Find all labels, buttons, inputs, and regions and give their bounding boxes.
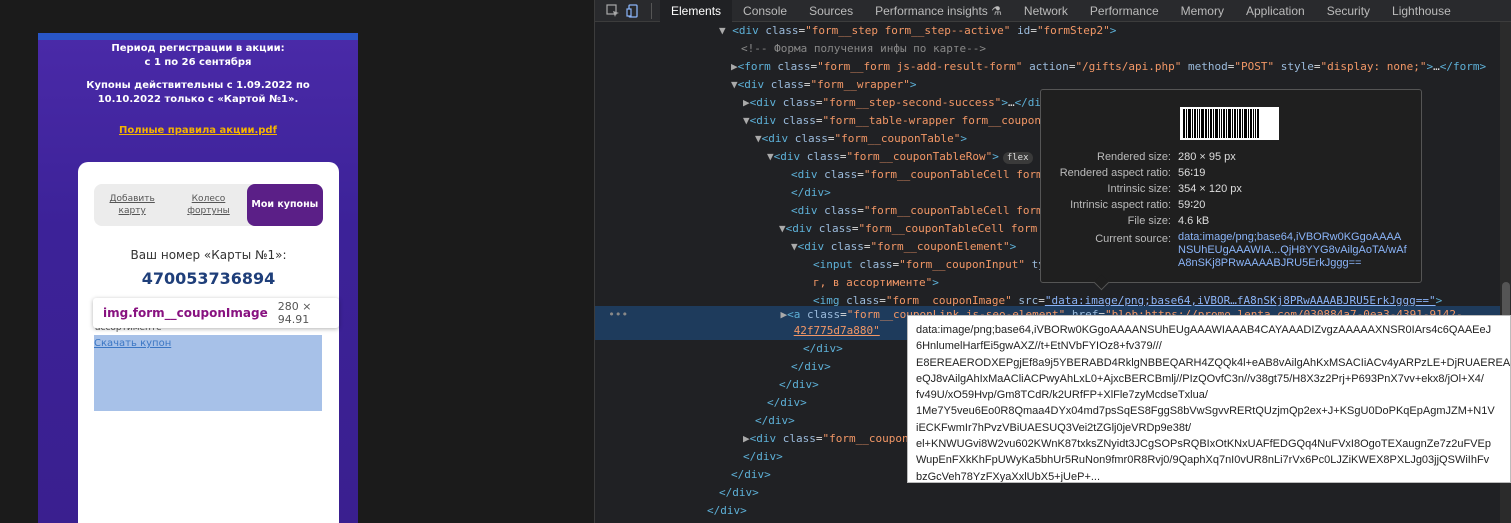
dom-node[interactable]: </div>	[707, 502, 747, 520]
popover-key: Rendered size:	[1097, 151, 1171, 163]
href-line: data:image/png;base64,iVBORw0KGgoAAAANSU…	[916, 324, 1492, 336]
href-line: eQJ8vAilgAhIxMaACliACPwyAhLxL0+AjxcBERCB…	[916, 372, 1484, 385]
tab-sources[interactable]: Sources	[798, 0, 864, 22]
page-viewport: Период регистрации в акции: с 1 по 26 се…	[0, 0, 594, 523]
dom-node[interactable]: </div>	[755, 412, 795, 430]
href-line: iECKFwmIr7hPvzVBiUAESUQ3Vei2tZGlj0jeVRDp…	[916, 421, 1192, 434]
dom-node[interactable]: ▼<div class="form__couponElement">	[791, 238, 1016, 256]
selected-dom-node-cont[interactable]: 42f775d7a880"	[595, 322, 907, 340]
href-line: E8EREAEROD​XEPgjEf8a9j5YBERABD4RklgNBBEQ…	[916, 356, 1511, 369]
tab-label: Мои купоны	[251, 199, 319, 210]
promo-line: 10.10.2022 только с «Картой №1».	[97, 94, 299, 105]
tab-label: фортуны	[187, 206, 230, 216]
dom-node[interactable]: ▶<form class="form__form js-add-result-f…	[731, 58, 1486, 76]
dom-node[interactable]: ▼<div class="form__couponTableCell form	[779, 220, 1037, 238]
page-top-bar	[38, 33, 358, 40]
tab-console[interactable]: Console	[732, 0, 798, 22]
href-line: 6HnlumelHarfEi5gwAXZ//t+EtNVbFYIOz8+fv37…	[916, 340, 1162, 353]
tab-application[interactable]: Application	[1235, 0, 1316, 22]
dom-node[interactable]: ▶<div class="form__step-second-success">…	[743, 94, 1054, 112]
rules-pdf-link[interactable]: Полные правила акции.pdf	[38, 125, 358, 136]
device-toolbar-icon[interactable]	[623, 1, 643, 21]
popover-value: 354 × 120 px	[1178, 183, 1242, 195]
dom-node[interactable]: г, в ассортименте">	[813, 274, 939, 292]
popover-row: Intrinsic size: 354 × 120 px	[1041, 181, 1423, 197]
tab-add-card[interactable]: Добавить карту	[94, 184, 170, 226]
card-tabs: Добавить карту Колесо фортуны Мои купоны	[94, 184, 323, 226]
popover-key: Intrinsic aspect ratio:	[1070, 199, 1171, 211]
href-line: bzGcVeh78YzFXyaXxlUbX5+jUeP+...	[916, 470, 1101, 483]
dom-node[interactable]: ▼<div class="form__couponTableRow"> flex	[767, 148, 1033, 166]
tab-performance-insights[interactable]: Performance insights ⚗	[864, 0, 1013, 22]
href-line: WupEnFXkKhFpUWyKa5bhUr5RuNon9fmr0R8Rvj0/…	[916, 454, 1490, 467]
image-preview-popover: Rendered size: 280 × 95 px Rendered aspec…	[1040, 89, 1422, 283]
element-dimensions: 280 × 94.91	[277, 300, 312, 326]
tab-lighthouse[interactable]: Lighthouse	[1381, 0, 1462, 22]
tab-fortune-wheel[interactable]: Колесо фортуны	[170, 184, 246, 226]
tab-label: Колесо	[191, 194, 226, 204]
popover-row: Current source: data:image/png;base64,iVB…	[1041, 231, 1423, 269]
tab-network[interactable]: Network	[1013, 0, 1079, 22]
href-tooltip: data:image/png;base64,iVBORw0KGgoAAAANSU…	[907, 315, 1511, 483]
promo-period: Период регистрации в акции: с 1 по 26 се…	[38, 42, 358, 70]
dom-node[interactable]: </div>	[803, 340, 843, 358]
popover-row: Rendered size: 280 × 95 px	[1041, 149, 1423, 165]
barcode-image	[1180, 107, 1279, 140]
current-source-link[interactable]: data:image/png;base64,iVBORw0KGgoAAAANSU…	[1178, 231, 1408, 270]
popover-value: 280 × 95 px	[1178, 151, 1236, 163]
tab-elements[interactable]: Elements	[660, 0, 733, 22]
dom-node[interactable]: <!-- Форма получения инфы по карте-->	[741, 40, 986, 58]
popover-key: Current source:	[1095, 233, 1171, 245]
download-coupon-link[interactable]: Скачать купон	[94, 338, 171, 349]
href-line: el+KNWUGvi8W2vu602KWnK87txksZNyidt3JCgSO…	[916, 438, 1491, 451]
popover-value: 4.6 kB	[1178, 215, 1210, 227]
dom-node[interactable]: ▼ <div class="form__step form__step--act…	[719, 22, 1116, 40]
tab-performance[interactable]: Performance	[1079, 0, 1170, 22]
href-line: 1Me7Y5veu6Eo0R8Qmaa4DYx04md7psSqES8FggS8…	[916, 405, 1495, 418]
dom-node[interactable]: </div>	[791, 184, 831, 202]
dom-node[interactable]: ▼<div class="form__table-wrapper form__c…	[743, 112, 1041, 130]
dom-node[interactable]: </div>	[779, 376, 819, 394]
card-number-label: Ваш номер «Карты №1»:	[130, 248, 287, 262]
promo-validity: Купоны действительны с 1.09.2022 по 10.1…	[38, 79, 358, 107]
dom-node[interactable]: </div>	[731, 466, 771, 484]
promo-line: Период регистрации в акции:	[111, 43, 285, 54]
flex-badge[interactable]: flex	[1002, 152, 1033, 164]
popover-key: Rendered aspect ratio:	[1059, 167, 1171, 179]
popover-value: 56∶19	[1178, 167, 1206, 179]
popover-key: Intrinsic size:	[1107, 183, 1171, 195]
element-inspect-tooltip: img.form__couponImage 280 × 94.91	[93, 298, 339, 328]
dom-node[interactable]: ▼<div class="form__couponTable">	[755, 130, 967, 148]
toolbar-divider	[651, 2, 652, 19]
element-tag-name: img.form__couponImage	[103, 306, 268, 320]
dom-node[interactable]: </div>	[791, 358, 831, 376]
dom-node[interactable]: </div>	[743, 448, 783, 466]
tab-label: карту	[118, 206, 146, 216]
dom-node[interactable]: </div>	[767, 394, 807, 412]
tab-label: Добавить	[109, 194, 155, 204]
promo-line: Купоны действительны с 1.09.2022 по	[86, 80, 310, 91]
popover-value: 59∶20	[1178, 199, 1206, 211]
popover-row: Rendered aspect ratio: 56∶19	[1041, 165, 1423, 181]
dom-node[interactable]: ▶<div class="form__coupon	[743, 430, 909, 448]
dom-node[interactable]: ▼<div class="form__wrapper">	[731, 76, 916, 94]
dom-node[interactable]: </div>	[719, 484, 759, 502]
href-line: fv49U/xO59Hvp/Gm8TCdR/k2URfFP+XlFle7zyMc…	[916, 389, 1208, 402]
popover-row: Intrinsic aspect ratio: 59∶20	[1041, 197, 1423, 213]
tab-my-coupons[interactable]: Мои купоны	[246, 184, 323, 226]
dom-node[interactable]: <div class="form__couponTableCell form	[791, 202, 1043, 220]
popover-row: File size: 4.6 kB	[1041, 213, 1423, 229]
tab-security[interactable]: Security	[1316, 0, 1381, 22]
card-number: 470053736894	[141, 269, 276, 288]
devtools-toolbar: Elements Console Sources Performance ins…	[595, 0, 1511, 22]
tab-memory[interactable]: Memory	[1170, 0, 1235, 22]
promo-line: с 1 по 26 сентября	[144, 57, 252, 68]
popover-key: File size:	[1127, 215, 1171, 227]
inspect-element-icon[interactable]	[603, 1, 623, 21]
